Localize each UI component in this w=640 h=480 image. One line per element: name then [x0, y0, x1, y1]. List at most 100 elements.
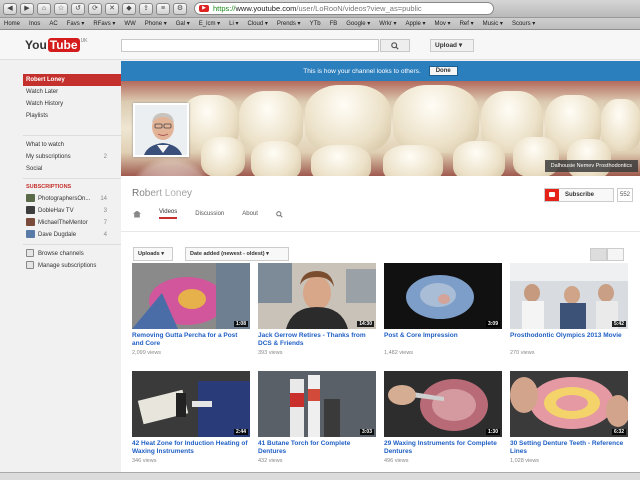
tab-about[interactable]: About: [242, 211, 258, 217]
sidebar-item-label: Manage subscriptions: [38, 263, 97, 269]
video-duration: 3:09: [485, 321, 500, 327]
reader-icon[interactable]: ≡: [156, 2, 170, 15]
video-card[interactable]: 3:03 41 Butane Torch for Complete Denture…: [258, 371, 376, 464]
thumbnail-image: [384, 371, 502, 437]
subscription-item[interactable]: DobleHav TV 3: [23, 205, 121, 217]
home-tab-icon[interactable]: [133, 210, 141, 218]
bookmark-item[interactable]: Phone ▾: [145, 20, 167, 27]
video-title[interactable]: 42 Heat Zone for Induction Heating of Wa…: [132, 440, 250, 456]
list-view-icon[interactable]: [607, 248, 624, 261]
video-title[interactable]: 30 Setting Denture Teeth - Reference Lin…: [510, 440, 628, 456]
video-title[interactable]: 29 Waxing Instruments for Complete Dentu…: [384, 440, 502, 456]
url-scheme: https://: [213, 4, 236, 13]
sort-dropdown[interactable]: Date added (newest - oldest) ▾: [185, 247, 289, 261]
subscription-count: 3: [103, 208, 107, 214]
video-card[interactable]: 3:09 Post & Core Impression 1,482 views: [384, 263, 502, 356]
video-thumbnail[interactable]: 6:32: [510, 371, 628, 437]
thumbnail-image: [132, 263, 250, 329]
video-thumbnail[interactable]: 2:44: [132, 371, 250, 437]
video-thumbnail[interactable]: 1:30: [384, 371, 502, 437]
uploads-dropdown[interactable]: Uploads ▾: [133, 247, 173, 261]
search-input[interactable]: [121, 39, 379, 52]
youtube-favicon-icon: ▶: [199, 5, 209, 12]
video-thumbnail[interactable]: 14:30: [258, 263, 376, 329]
search-button[interactable]: [380, 39, 410, 52]
reload-icon[interactable]: ⟳: [88, 2, 102, 15]
subscription-item[interactable]: PhotographersOn... 14: [23, 193, 121, 205]
video-card[interactable]: 1:30 29 Waxing Instruments for Complete D…: [384, 371, 502, 464]
subscribe-button[interactable]: Subscribe: [544, 188, 614, 202]
forward-icon[interactable]: ▶: [20, 2, 34, 15]
video-title[interactable]: Removing Gutta Percha for a Post and Cor…: [132, 332, 250, 348]
video-card[interactable]: 6:32 30 Setting Denture Teeth - Reference…: [510, 371, 628, 464]
upload-button[interactable]: Upload ▾: [430, 39, 474, 52]
home-icon[interactable]: ⌂: [37, 2, 51, 15]
bookmark-item[interactable]: Wrkr ▾: [379, 20, 396, 27]
bookmark-item[interactable]: Inos: [29, 21, 40, 27]
bookmark-item[interactable]: Li ▾: [229, 20, 238, 27]
sidebar-item-watch-later[interactable]: Watch Later: [23, 86, 121, 98]
subscribe-box: Subscribe 552: [544, 188, 633, 202]
bookmark-item[interactable]: Apple ▾: [406, 20, 426, 27]
bookmark-item[interactable]: YTb: [310, 21, 321, 27]
subscriptions-list: PhotographersOn... 14 DobleHav TV 3 MichaelT…: [23, 193, 121, 241]
video-title[interactable]: Jack Gerrow Retires - Thanks from DCS & …: [258, 332, 376, 348]
video-title[interactable]: Post & Core Impression: [384, 332, 502, 348]
sidebar-item-social[interactable]: Social: [23, 163, 121, 175]
sidebar-item-manage-subscriptions[interactable]: Manage subscriptions: [23, 260, 121, 272]
address-bar[interactable]: ▶ https://www.youtube.com/user/LoRooN/vi…: [194, 2, 494, 15]
video-thumbnail[interactable]: 3:09: [384, 263, 502, 329]
share-icon[interactable]: ⇪: [139, 2, 153, 15]
video-card[interactable]: 14:30 Jack Gerrow Retires - Thanks from D…: [258, 263, 376, 356]
sidebar-item-channel[interactable]: Robert Loney: [23, 74, 121, 86]
bookmark-item[interactable]: FB: [330, 21, 338, 27]
video-title[interactable]: Prosthodontic Olympics 2013 Movie: [510, 332, 628, 348]
channel-banner: Dalhousie Nemev Prosthodontics: [121, 81, 640, 176]
video-thumbnail[interactable]: 5:42: [510, 263, 628, 329]
bookmark-item[interactable]: Mov ▾: [435, 20, 451, 27]
video-thumbnail[interactable]: 3:03: [258, 371, 376, 437]
back-icon[interactable]: ◀: [3, 2, 17, 15]
sidebar-item-what-to-watch[interactable]: What to watch: [23, 139, 121, 151]
profile-avatar[interactable]: [133, 103, 189, 157]
bookmark-item[interactable]: Favs ▾: [67, 20, 85, 27]
done-button[interactable]: Done: [428, 66, 458, 76]
settings-icon[interactable]: ⚙: [173, 2, 187, 15]
bookmark-item[interactable]: Cloud ▾: [248, 20, 268, 27]
bookmark-item[interactable]: RFavs ▾: [93, 20, 115, 27]
youtube-logo[interactable]: You Tube UK: [25, 38, 88, 52]
video-title[interactable]: 41 Butane Torch for Complete Dentures: [258, 440, 376, 456]
tab-videos[interactable]: Videos: [159, 209, 178, 219]
bookmark-item[interactable]: Home: [4, 21, 20, 27]
bookmark-item[interactable]: Ref ▾: [460, 20, 474, 27]
banner-credit[interactable]: Dalhousie Nemev Prosthodontics: [544, 160, 638, 172]
tab-discussion[interactable]: Discussion: [195, 211, 224, 217]
bookmark-item[interactable]: E_lcm ▾: [199, 20, 220, 27]
history-icon[interactable]: ↺: [71, 2, 85, 15]
video-card[interactable]: 5:42 Prosthodontic Olympics 2013 Movie 270…: [510, 263, 628, 356]
video-card[interactable]: 2:44 42 Heat Zone for Induction Heating o…: [132, 371, 250, 464]
sidebar-item-label: What to watch: [26, 142, 65, 148]
grid-view-icon[interactable]: [590, 248, 607, 261]
bookmark-item[interactable]: Scours ▾: [512, 20, 535, 27]
sidebar-item-browse-channels[interactable]: Browse channels: [23, 248, 121, 260]
bookmark-item[interactable]: Google ▾: [346, 20, 370, 27]
video-thumbnail[interactable]: 1:08: [132, 263, 250, 329]
subscription-item[interactable]: MichaelTheMentor 7: [23, 217, 121, 229]
sidebar-item-watch-history[interactable]: Watch History: [23, 98, 121, 110]
subscription-item[interactable]: Dave Dugdale 4: [23, 229, 121, 241]
bookmark-icon[interactable]: ☆: [54, 2, 68, 15]
channel-avatar-icon: [26, 218, 35, 227]
stop-icon[interactable]: ✕: [105, 2, 119, 15]
bookmark-item[interactable]: Gal ▾: [176, 20, 190, 27]
sidebar-item-playlists[interactable]: Playlists: [23, 110, 121, 122]
bookmark-item[interactable]: Music ▾: [483, 20, 503, 27]
bookmark-item[interactable]: WW: [124, 21, 135, 27]
extension-icon[interactable]: ◆: [122, 2, 136, 15]
browser-window: ◀ ▶ ⌂ ☆ ↺ ⟳ ✕ ◆ ⇪ ≡ ⚙ ▶ https://www.yout…: [0, 0, 640, 480]
bookmark-item[interactable]: AC: [49, 21, 57, 27]
channel-search-icon[interactable]: [276, 210, 283, 218]
sidebar-item-my-subscriptions[interactable]: My subscriptions 2: [23, 151, 121, 163]
bookmark-item[interactable]: Prends ▾: [277, 20, 301, 27]
video-card[interactable]: 1:08 Removing Gutta Percha for a Post and…: [132, 263, 250, 356]
